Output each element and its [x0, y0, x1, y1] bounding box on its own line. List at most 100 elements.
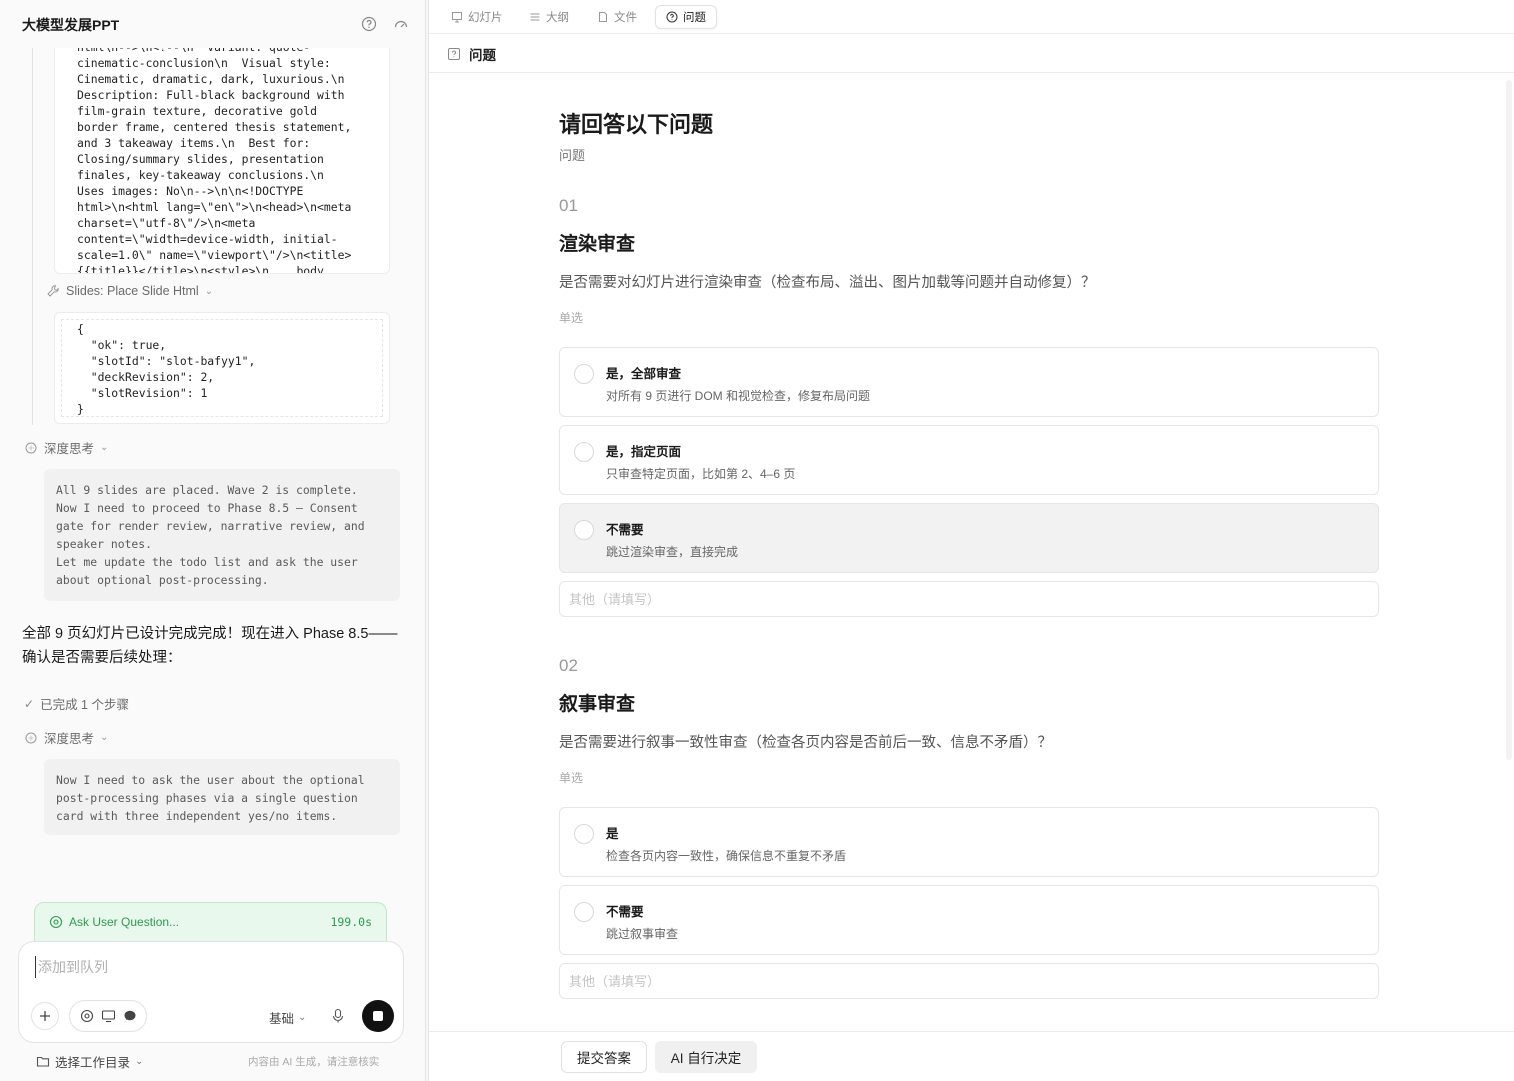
queue-input[interactable]: [35, 956, 375, 978]
option-card[interactable]: 是，指定页面 只审查特定页面，比如第 2、4–6 页: [559, 425, 1379, 495]
code-output-box: html\n-->\n<!--\n variant: quote- cinema…: [54, 26, 390, 274]
thinking-text-2: Now I need to ask the user about the opt…: [56, 773, 365, 823]
chevron-down-icon: ⌄: [298, 1012, 307, 1023]
thinking-text-1: All 9 slides are placed. Wave 2 is compl…: [56, 483, 365, 587]
add-button[interactable]: [31, 1002, 59, 1030]
option-card[interactable]: 不需要 跳过渲染审查，直接完成: [559, 503, 1379, 573]
option-description: 跳过叙事审查: [606, 927, 679, 941]
folder-icon: [36, 1056, 50, 1067]
chat-bubble-icon[interactable]: [123, 1009, 137, 1023]
steps-completed[interactable]: ✓ 已完成 1 个步骤: [24, 694, 129, 713]
brain-icon: [25, 442, 37, 453]
tool-call-label: Slides: Place Slide Html: [66, 284, 199, 298]
mode-label: 基础: [269, 1012, 295, 1026]
subheader-label: 问题: [469, 47, 496, 63]
check-icon: ✓: [24, 696, 35, 711]
tab-questions-label: 问题: [683, 12, 706, 24]
question-title: 叙事审查: [559, 694, 636, 715]
brain-icon: [25, 732, 37, 743]
other-input[interactable]: [559, 963, 1379, 999]
ai-decide-button[interactable]: AI 自行决定: [655, 1041, 757, 1073]
question-description: 是否需要进行叙事一致性审查（检查各页内容是否前后一致、信息不矛盾）？: [559, 735, 1052, 751]
question-type: 单选: [559, 311, 584, 325]
timeline-line: [32, 40, 33, 425]
option-label: 是，全部审查: [606, 367, 682, 381]
option-description: 检查各页内容一致性，确保信息不重复不矛盾: [606, 849, 847, 863]
scrollbar[interactable]: [1506, 80, 1512, 760]
thinking-label-1: 深度思考: [44, 442, 95, 456]
outline-icon: [530, 13, 540, 21]
chevron-down-icon: ⌄: [204, 285, 214, 297]
tab-slides-label: 幻灯片: [468, 12, 503, 24]
browser-icon[interactable]: [80, 1009, 94, 1023]
radio-button[interactable]: [574, 824, 594, 844]
chat-panel: 大模型发展PPT html\n-->\n<!--\n variant: quot…: [0, 0, 426, 1081]
radio-button[interactable]: [574, 520, 594, 540]
option-card[interactable]: 不需要 跳过叙事审查: [559, 885, 1379, 955]
option-label: 不需要: [606, 523, 644, 537]
thinking-label-2: 深度思考: [44, 732, 95, 746]
slides-icon: [452, 12, 462, 23]
question-number: 02: [559, 656, 578, 675]
tab-outline-label: 大纲: [546, 12, 569, 24]
stop-button[interactable]: [362, 1000, 394, 1032]
workdir-selector[interactable]: 选择工作目录 ⌄: [36, 1052, 143, 1071]
question-type: 单选: [559, 771, 584, 785]
tab-files[interactable]: 文件: [587, 5, 647, 29]
ask-timer: 199.0s: [330, 915, 372, 929]
gauge-icon[interactable]: [393, 16, 409, 32]
other-input[interactable]: [559, 581, 1379, 617]
panel-subheader: 问题: [429, 35, 1514, 73]
radio-button[interactable]: [574, 364, 594, 384]
submit-answers-button[interactable]: 提交答案: [561, 1041, 647, 1073]
question-icon: [666, 11, 678, 23]
radio-button[interactable]: [574, 902, 594, 922]
plus-icon: [40, 1011, 50, 1021]
chat-title: 大模型发展PPT: [22, 17, 120, 33]
help-icon[interactable]: [361, 16, 377, 32]
option-label: 是，指定页面: [606, 445, 682, 459]
steps-label: 已完成 1 个步骤: [40, 698, 129, 712]
ai-disclaimer: 内容由 AI 生成，请注意核实: [248, 1056, 380, 1068]
chevron-down-icon: ⌄: [100, 732, 109, 743]
action-bar: 提交答案 AI 自行决定: [429, 1031, 1514, 1081]
question-description: 是否需要对幻灯片进行渲染审查（检查布局、溢出、图片加载等问题并自动修复）？: [559, 275, 1096, 291]
assistant-message: 全部 9 页幻灯片已设计完成完成！现在进入 Phase 8.5——确认是否需要后…: [22, 626, 398, 666]
mode-selector[interactable]: 基础 ⌄: [269, 1008, 306, 1027]
thinking-box-1: All 9 slides are placed. Wave 2 is compl…: [44, 469, 400, 601]
thinking-toggle-1[interactable]: 深度思考 ⌄: [24, 438, 108, 457]
tool-call-row[interactable]: Slides: Place Slide Html ⌄: [46, 284, 213, 298]
option-card[interactable]: 是，全部审查 对所有 9 页进行 DOM 和视觉检查，修复布局问题: [559, 347, 1379, 417]
thinking-toggle-2[interactable]: 深度思考 ⌄: [24, 728, 108, 747]
tab-bar: 幻灯片 大纲 文件 问题: [429, 0, 1514, 34]
tab-files-label: 文件: [614, 12, 637, 24]
monitor-icon[interactable]: [101, 1009, 116, 1023]
tab-slides[interactable]: 幻灯片: [441, 5, 513, 29]
chat-header: 大模型发展PPT: [0, 0, 425, 48]
option-label: 不需要: [606, 905, 644, 919]
radio-button[interactable]: [574, 442, 594, 462]
option-card[interactable]: 是 检查各页内容一致性，确保信息不重复不矛盾: [559, 807, 1379, 877]
option-description: 只审查特定页面，比如第 2、4–6 页: [606, 467, 796, 481]
option-label: 是: [606, 827, 619, 841]
tab-outline[interactable]: 大纲: [519, 5, 579, 29]
option-description: 对所有 9 页进行 DOM 和视觉检查，修复布局问题: [606, 389, 871, 403]
tab-questions[interactable]: 问题: [655, 5, 717, 29]
chevron-down-icon: ⌄: [135, 1056, 144, 1067]
tool-result-box: { "ok": true, "slotId": "slot-bafyy1", "…: [54, 312, 390, 424]
microphone-icon[interactable]: [331, 1008, 345, 1024]
ask-label: Ask User Question...: [69, 915, 180, 929]
workdir-label: 选择工作目录: [55, 1056, 131, 1070]
option-description: 跳过渲染审查，直接完成: [606, 545, 739, 559]
tools-pill[interactable]: [69, 1000, 147, 1032]
file-icon: [599, 12, 607, 22]
chevron-down-icon: ⌄: [100, 442, 109, 453]
composer: 基础 ⌄: [18, 941, 404, 1043]
stop-icon: [373, 1011, 383, 1021]
thinking-box-2: Now I need to ask the user about the opt…: [44, 759, 400, 835]
ask-user-question-status[interactable]: Ask User Question... 199.0s: [34, 902, 387, 942]
form-subheading: 问题: [559, 148, 586, 163]
code-output-text: html\n-->\n<!--\n variant: quote- cinema…: [77, 40, 352, 274]
question-title: 渲染审查: [559, 234, 636, 255]
form-heading: 请回答以下问题: [559, 112, 714, 137]
